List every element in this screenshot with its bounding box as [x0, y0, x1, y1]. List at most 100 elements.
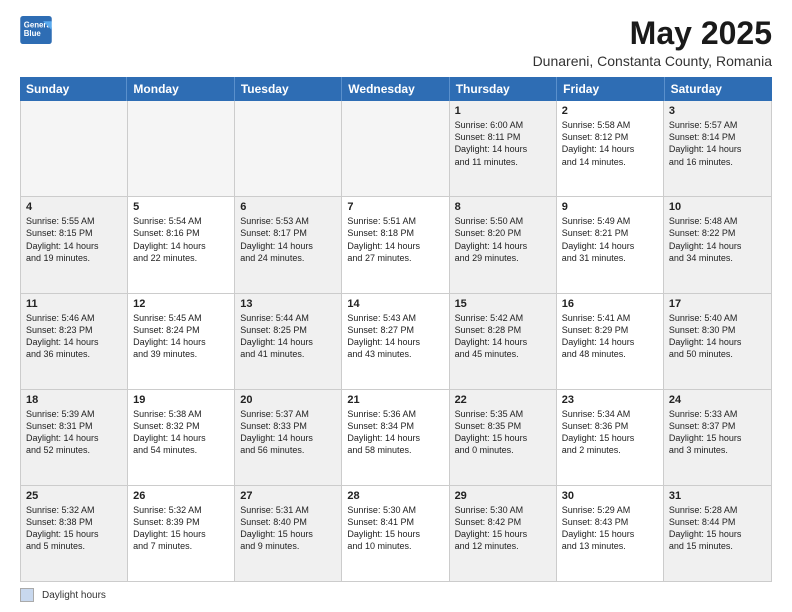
cell-info-line: Daylight: 14 hours	[669, 336, 766, 348]
cell-info-line: Sunset: 8:38 PM	[26, 516, 122, 528]
cell-info-line: Sunrise: 5:36 AM	[347, 408, 443, 420]
day-number: 21	[347, 394, 443, 406]
day-number: 14	[347, 298, 443, 310]
day-number: 4	[26, 201, 122, 213]
cell-info-line: and 39 minutes.	[133, 348, 229, 360]
day-number: 15	[455, 298, 551, 310]
cell-info-line: Daylight: 14 hours	[562, 240, 658, 252]
cell-info-line: Sunrise: 5:35 AM	[455, 408, 551, 420]
calendar-cell: 7Sunrise: 5:51 AMSunset: 8:18 PMDaylight…	[342, 197, 449, 292]
cell-info-line: Sunrise: 5:46 AM	[26, 312, 122, 324]
legend-label: Daylight hours	[42, 590, 106, 601]
title-block: May 2025 Dunareni, Constanta County, Rom…	[533, 16, 772, 69]
cell-info-line: and 22 minutes.	[133, 252, 229, 264]
day-number: 8	[455, 201, 551, 213]
cell-info-line: Sunset: 8:43 PM	[562, 516, 658, 528]
calendar-week: 25Sunrise: 5:32 AMSunset: 8:38 PMDayligh…	[21, 486, 771, 581]
calendar-cell: 19Sunrise: 5:38 AMSunset: 8:32 PMDayligh…	[128, 390, 235, 485]
cell-info-line: Sunset: 8:31 PM	[26, 420, 122, 432]
day-number: 18	[26, 394, 122, 406]
cell-info-line: and 36 minutes.	[26, 348, 122, 360]
cell-info-line: Daylight: 15 hours	[347, 528, 443, 540]
cell-info-line: Sunrise: 5:38 AM	[133, 408, 229, 420]
day-number: 9	[562, 201, 658, 213]
cell-info-line: Daylight: 14 hours	[240, 432, 336, 444]
calendar-header-cell: Friday	[557, 77, 664, 101]
cell-info-line: and 3 minutes.	[669, 444, 766, 456]
cell-info-line: Sunset: 8:34 PM	[347, 420, 443, 432]
cell-info-line: Daylight: 15 hours	[26, 528, 122, 540]
day-number: 12	[133, 298, 229, 310]
cell-info-line: Sunset: 8:21 PM	[562, 227, 658, 239]
cell-info-line: Daylight: 14 hours	[347, 336, 443, 348]
day-number: 10	[669, 201, 766, 213]
cell-info-line: Daylight: 15 hours	[455, 528, 551, 540]
cell-info-line: Sunrise: 5:39 AM	[26, 408, 122, 420]
calendar-cell: 27Sunrise: 5:31 AMSunset: 8:40 PMDayligh…	[235, 486, 342, 581]
cell-info-line: and 13 minutes.	[562, 540, 658, 552]
cell-info-line: Sunrise: 5:40 AM	[669, 312, 766, 324]
calendar-cell: 13Sunrise: 5:44 AMSunset: 8:25 PMDayligh…	[235, 294, 342, 389]
cell-info-line: and 45 minutes.	[455, 348, 551, 360]
footer: Daylight hours	[20, 588, 772, 602]
calendar-cell: 31Sunrise: 5:28 AMSunset: 8:44 PMDayligh…	[664, 486, 771, 581]
cell-info-line: Sunset: 8:23 PM	[26, 324, 122, 336]
cell-info-line: and 58 minutes.	[347, 444, 443, 456]
cell-info-line: Sunset: 8:33 PM	[240, 420, 336, 432]
day-number: 11	[26, 298, 122, 310]
calendar-header-cell: Sunday	[20, 77, 127, 101]
calendar-cell: 9Sunrise: 5:49 AMSunset: 8:21 PMDaylight…	[557, 197, 664, 292]
cell-info-line: and 12 minutes.	[455, 540, 551, 552]
calendar-cell: 26Sunrise: 5:32 AMSunset: 8:39 PMDayligh…	[128, 486, 235, 581]
day-number: 7	[347, 201, 443, 213]
logo-icon: General Blue	[20, 16, 52, 44]
calendar-cell: 21Sunrise: 5:36 AMSunset: 8:34 PMDayligh…	[342, 390, 449, 485]
calendar-cell: 11 Sunrise: 5:46 AMSunset: 8:23 PMDayligh…	[21, 294, 128, 389]
cell-info-line: Sunrise: 5:32 AM	[133, 504, 229, 516]
cell-info-line: Sunrise: 5:32 AM	[26, 504, 122, 516]
cell-info-line: Sunrise: 5:28 AM	[669, 504, 766, 516]
cell-info-line: Sunset: 8:36 PM	[562, 420, 658, 432]
calendar-week: 11Sunrise: 5:46 AMSunset: 8:23 PMDayligh…	[21, 294, 771, 390]
calendar-header-cell: Tuesday	[235, 77, 342, 101]
calendar-cell: 5Sunrise: 5:54 AMSunset: 8:16 PMDaylight…	[128, 197, 235, 292]
cell-info-line: Sunset: 8:22 PM	[669, 227, 766, 239]
calendar-week: 18 Sunrise: 5:39 AMSunset: 8:31 PM Dayligh…	[21, 390, 771, 486]
cell-info-line: and 54 minutes.	[133, 444, 229, 456]
cell-info-line: Daylight: 14 hours	[26, 336, 122, 348]
cell-info-line: Daylight: 15 hours	[669, 432, 766, 444]
calendar-cell: 6Sunrise: 5:53 AMSunset: 8:17 PMDaylight…	[235, 197, 342, 292]
calendar-cell: 2Sunrise: 5:58 AMSunset: 8:12 PMDaylight…	[557, 101, 664, 196]
cell-info-line: Sunrise: 5:48 AM	[669, 215, 766, 227]
cell-info-line: and 15 minutes.	[669, 540, 766, 552]
cell-info-line: Sunset: 8:28 PM	[455, 324, 551, 336]
cell-info-line: Sunrise: 5:58 AM	[562, 119, 658, 131]
cell-info-line: Daylight: 14 hours	[240, 336, 336, 348]
main-title: May 2025	[533, 16, 772, 51]
cell-info-line: and 27 minutes.	[347, 252, 443, 264]
calendar-cell	[235, 101, 342, 196]
cell-info-line: Sunrise: 5:33 AM	[669, 408, 766, 420]
cell-info-line: Sunrise: 6:00 AM	[455, 119, 551, 131]
calendar-cell: 17Sunrise: 5:40 AMSunset: 8:30 PMDayligh…	[664, 294, 771, 389]
cell-info-line: and 29 minutes.	[455, 252, 551, 264]
cell-info-line: and 19 minutes.	[26, 252, 122, 264]
cell-info-line: Daylight: 14 hours	[669, 143, 766, 155]
cell-info-line: Sunset: 8:44 PM	[669, 516, 766, 528]
day-number: 3	[669, 105, 766, 117]
cell-info-line: and 34 minutes.	[669, 252, 766, 264]
cell-info-line: Sunset: 8:20 PM	[455, 227, 551, 239]
day-number: 23	[562, 394, 658, 406]
cell-info-line: Daylight: 14 hours	[455, 336, 551, 348]
cell-info-line: and 48 minutes.	[562, 348, 658, 360]
cell-info-line: Daylight: 15 hours	[669, 528, 766, 540]
cell-info-line: and 7 minutes.	[133, 540, 229, 552]
calendar-cell: 4Sunrise: 5:55 AMSunset: 8:15 PMDaylight…	[21, 197, 128, 292]
day-number: 24	[669, 394, 766, 406]
day-number: 22	[455, 394, 551, 406]
cell-info-line: Sunset: 8:14 PM	[669, 131, 766, 143]
cell-info-line: Sunrise: 5:31 AM	[240, 504, 336, 516]
calendar-cell: 10Sunrise: 5:48 AMSunset: 8:22 PMDayligh…	[664, 197, 771, 292]
cell-info-line: Daylight: 15 hours	[562, 528, 658, 540]
cell-info-line: Daylight: 14 hours	[240, 240, 336, 252]
